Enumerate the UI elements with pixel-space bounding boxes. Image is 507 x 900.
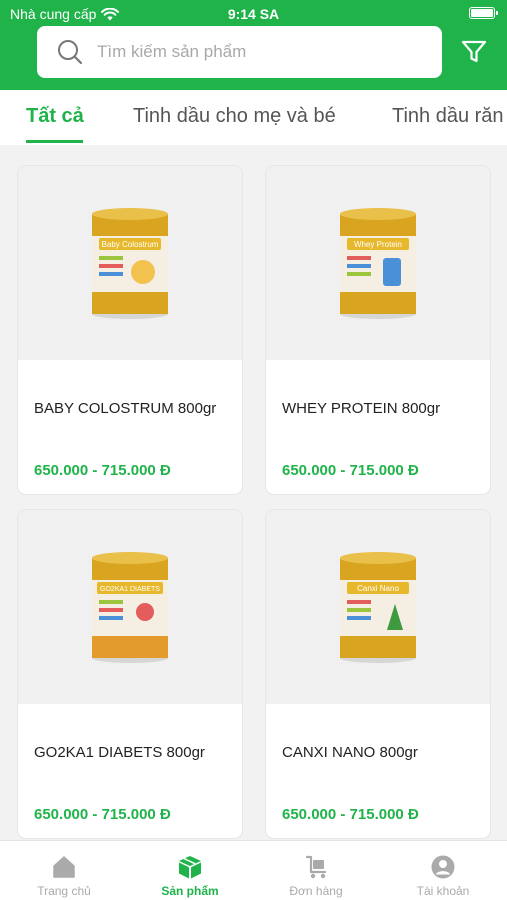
- product-image: GO2KA1 DIABETS: [18, 510, 242, 704]
- nav-label-orders: Đơn hàng: [289, 884, 343, 898]
- milk-can-image: Baby Colostrum: [92, 208, 168, 319]
- active-tab-indicator: [26, 140, 83, 143]
- milk-can-image: GO2KA1 DIABETS: [92, 552, 168, 663]
- tab-tooth-oils[interactable]: Tinh dầu răn: [392, 105, 504, 128]
- product-price: 650.000 - 715.000 Đ: [282, 462, 419, 479]
- nav-label-account: Tài khoản: [416, 884, 470, 898]
- app-header: Nhà cung cấp 9:14 SA Tìm kiếm sản phẩm: [0, 0, 507, 90]
- bottom-nav: Trang chủ Sản phẩm Đơn hàng Tài khoản: [0, 840, 507, 900]
- home-icon: [53, 856, 75, 878]
- product-card[interactable]: Canxi Nano CANXI NANO 800gr 650.000 - 71…: [266, 510, 490, 838]
- search-placeholder: Tìm kiếm sản phẩm: [97, 42, 247, 61]
- product-image: Baby Colostrum: [18, 166, 242, 360]
- nav-label-home: Trang chủ: [37, 884, 91, 898]
- tab-all[interactable]: Tất cả: [26, 105, 84, 128]
- cart-icon: [305, 855, 327, 879]
- milk-can-image: Whey Protein: [340, 208, 416, 319]
- status-bar: Nhà cung cấp 9:14 SA: [0, 0, 507, 26]
- nav-label-products: Sản phẩm: [161, 884, 219, 898]
- battery-icon: [469, 7, 498, 19]
- product-name: BABY COLOSTRUM 800gr: [34, 400, 217, 417]
- filter-icon[interactable]: [460, 38, 488, 66]
- product-card[interactable]: Baby Colostrum BABY COLOSTRUM 800gr 650.…: [18, 166, 242, 494]
- product-price: 650.000 - 715.000 Đ: [34, 806, 171, 823]
- nav-item-home[interactable]: Trang chủ: [1, 841, 127, 900]
- can-label: GO2KA1 DIABETS: [100, 586, 160, 593]
- product-card[interactable]: GO2KA1 DIABETS GO2KA1 DIABETS 800gr 650.…: [18, 510, 242, 838]
- product-name: GO2KA1 DIABETS 800gr: [34, 744, 205, 761]
- product-image: Canxi Nano: [266, 510, 490, 704]
- product-card[interactable]: Whey Protein WHEY PROTEIN 800gr 650.000 …: [266, 166, 490, 494]
- tab-mother-baby-oils[interactable]: Tinh dầu cho mẹ và bé: [133, 105, 336, 128]
- user-icon: [431, 855, 455, 879]
- nav-item-account[interactable]: Tài khoản: [380, 841, 506, 900]
- product-price: 650.000 - 715.000 Đ: [34, 462, 171, 479]
- can-label: Canxi Nano: [357, 584, 399, 593]
- milk-can-image: Canxi Nano: [340, 552, 416, 663]
- product-name: WHEY PROTEIN 800gr: [282, 400, 441, 417]
- product-name: CANXI NANO 800gr: [282, 744, 418, 761]
- search-icon: [58, 40, 83, 65]
- nav-item-products[interactable]: Sản phẩm: [127, 841, 253, 900]
- product-price: 650.000 - 715.000 Đ: [282, 806, 419, 823]
- product-image: Whey Protein: [266, 166, 490, 360]
- search-input[interactable]: Tìm kiếm sản phẩm: [37, 26, 442, 78]
- status-time: 9:14 SA: [227, 6, 280, 22]
- box-icon: [179, 856, 201, 879]
- nav-item-orders[interactable]: Đơn hàng: [253, 841, 379, 900]
- can-label: Whey Protein: [354, 240, 402, 249]
- can-label: Baby Colostrum: [102, 240, 159, 249]
- category-tabs: Tất cả Tinh dầu cho mẹ và bé Tinh dầu ră…: [0, 90, 507, 145]
